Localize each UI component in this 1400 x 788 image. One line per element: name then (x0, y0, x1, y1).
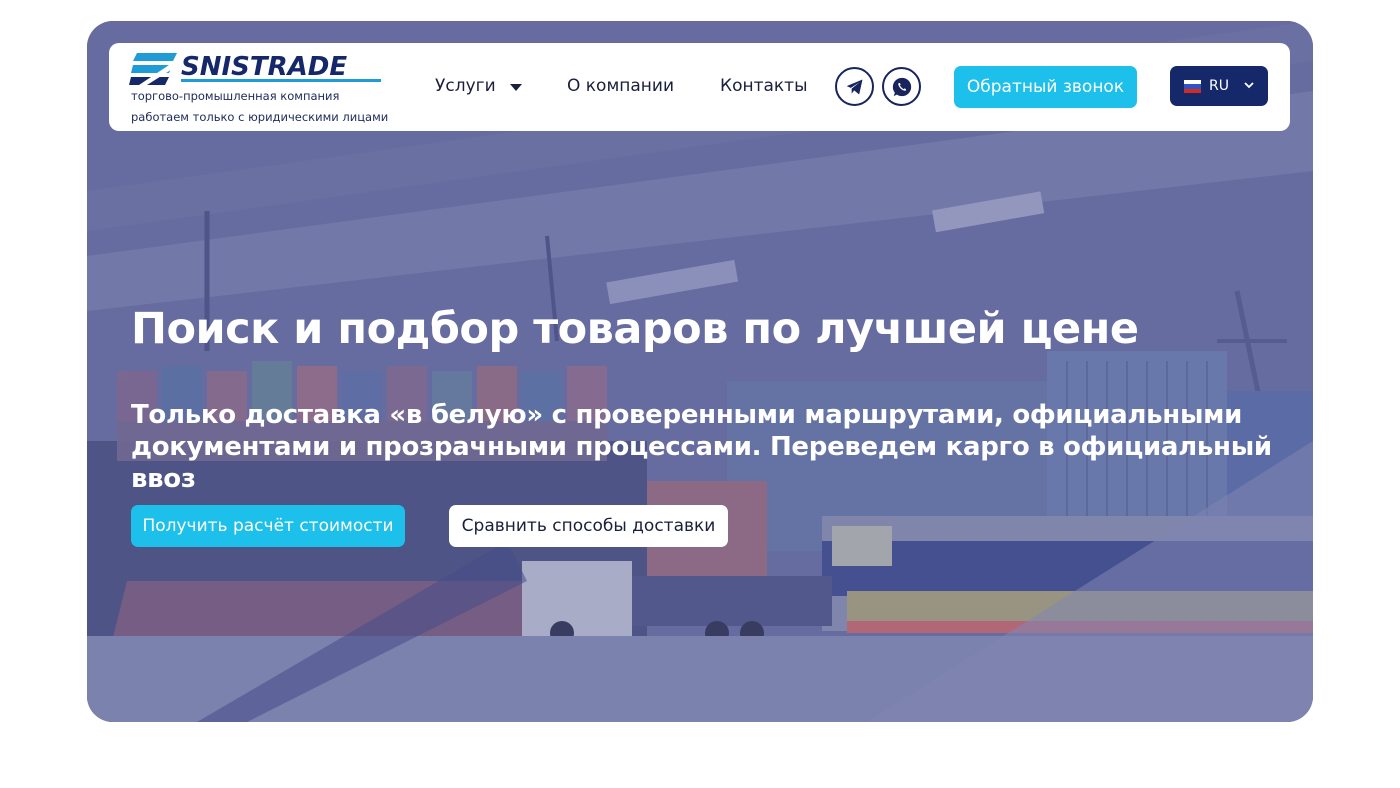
chevron-down-icon[interactable] (510, 84, 522, 91)
language-selector[interactable]: RU (1170, 66, 1268, 106)
svg-text:SNISTRADE: SNISTRADE (181, 52, 347, 82)
nav-about[interactable]: О компании (567, 76, 674, 96)
russia-flag-icon (1184, 80, 1201, 93)
callback-button[interactable]: Обратный звонок (954, 66, 1137, 108)
hero-subtitle: Только доставка «в белую» с проверенными… (131, 400, 1272, 494)
hero-title: Поиск и подбор товаров по лучшей цене (131, 304, 1139, 354)
compare-delivery-button[interactable]: Сравнить способы доставки (449, 505, 728, 547)
company-tagline: торгово-промышленная компания (131, 89, 340, 103)
nav-services[interactable]: Услуги (435, 76, 496, 96)
get-quote-button[interactable]: Получить расчёт стоимости (131, 505, 405, 547)
snistrade-logo[interactable]: SNISTRADE (129, 47, 389, 87)
telegram-button[interactable] (835, 67, 874, 106)
company-legal-note: работаем только с юридическими лицами (131, 110, 389, 124)
nav-contacts[interactable]: Контакты (720, 76, 808, 96)
whatsapp-icon (892, 77, 911, 96)
hero-section: SNISTRADE торгово-промышленная компания … (87, 21, 1313, 722)
whatsapp-button[interactable] (882, 67, 921, 106)
language-code: RU (1209, 78, 1229, 94)
chevron-down-icon (1244, 82, 1254, 89)
telegram-icon (846, 79, 862, 94)
site-header: SNISTRADE торгово-промышленная компания … (109, 43, 1290, 131)
